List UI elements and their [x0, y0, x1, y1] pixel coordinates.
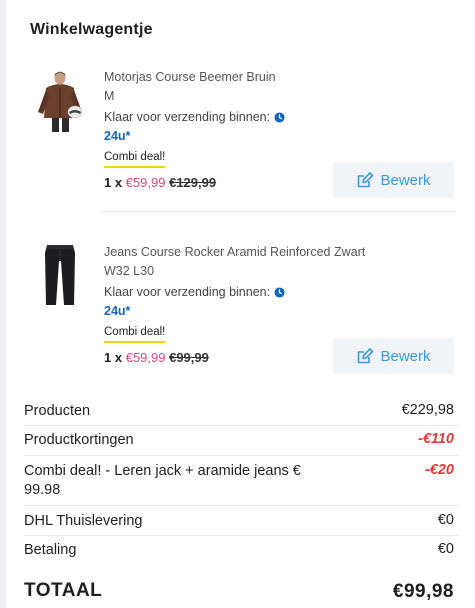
clock-icon — [274, 112, 285, 123]
summary-label: DHL Thuislevering — [24, 513, 143, 529]
summary-label: Betaling — [24, 542, 77, 558]
price-new: €59,99 — [125, 175, 166, 190]
combi-deal-badge: Combi deal! — [104, 324, 166, 343]
summary-label: Productkortingen — [24, 432, 134, 448]
edit-button[interactable]: Bewerk — [333, 162, 454, 198]
summary-value: -€20 — [424, 462, 454, 478]
edit-label: Bewerk — [380, 347, 431, 365]
summary-value: €0 — [437, 512, 454, 528]
shipping-time: 24u* — [104, 129, 131, 143]
shipping-label: Klaar voor verzending binnen: — [104, 285, 271, 299]
combi-deal-badge: Combi deal! — [104, 149, 166, 168]
summary-value: €0 — [437, 541, 454, 557]
page-left-rail — [0, 0, 6, 608]
product-name[interactable]: Motorjas Course Beemer Bruin — [104, 68, 414, 87]
edit-button[interactable]: Bewerk — [333, 338, 454, 374]
item-divider — [102, 211, 456, 212]
shipping-label: Klaar voor verzending binnen: — [104, 110, 271, 124]
price-old: €99,99 — [169, 350, 209, 365]
edit-icon — [358, 172, 374, 188]
product-name[interactable]: Jeans Course Rocker Aramid Reinforced Zw… — [104, 243, 414, 262]
summary-label: Combi deal! - Leren jack + aramide jeans… — [24, 463, 301, 498]
summary-value: -€110 — [417, 431, 454, 447]
summary-label: Producten — [24, 403, 91, 419]
product-variant: W32 L30 — [104, 264, 155, 278]
total-value: €99,98 — [392, 581, 454, 602]
product-image-jeans[interactable] — [28, 243, 92, 307]
clock-icon — [274, 287, 285, 298]
price-old: €129,99 — [169, 175, 217, 190]
edit-label: Bewerk — [380, 171, 431, 189]
product-image-jacket[interactable] — [28, 68, 92, 132]
price-new: €59,99 — [125, 350, 166, 365]
cart-title: Winkelwagentje — [30, 21, 153, 38]
summary-divider — [24, 505, 458, 506]
summary-value: €229,98 — [401, 402, 454, 418]
summary-divider — [24, 535, 458, 536]
shipping-time: 24u* — [104, 304, 131, 318]
quantity: 1 x — [104, 350, 123, 365]
product-variant: M — [104, 89, 115, 103]
shipping-info: Klaar voor verzending binnen: — [104, 283, 414, 302]
total-label: TOTAAL — [24, 580, 103, 601]
edit-icon — [358, 348, 374, 364]
summary-divider — [24, 455, 458, 456]
summary-divider — [24, 425, 458, 426]
shipping-info: Klaar voor verzending binnen: — [104, 108, 414, 127]
quantity: 1 x — [104, 175, 123, 190]
